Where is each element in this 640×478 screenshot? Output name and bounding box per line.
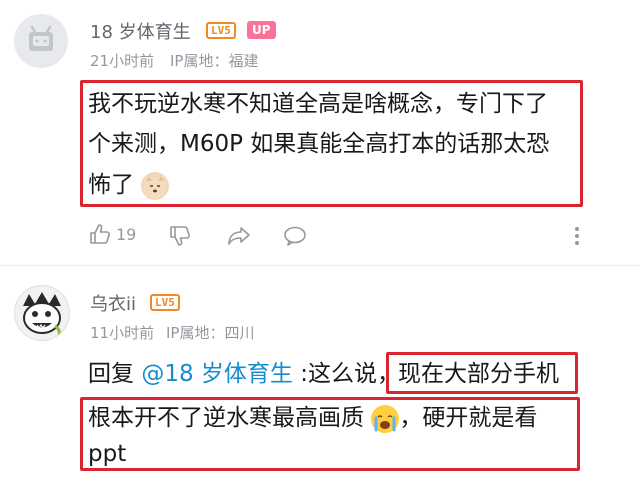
comment-text: ，硬开就是看 (399, 405, 538, 431)
dislike-button[interactable] (168, 224, 192, 252)
dog-emoji-icon (141, 171, 170, 200)
ip-location: IP属地：福建 (170, 52, 259, 70)
comment-text-line: 回复 @18 岁体育生 :这么说， (88, 352, 400, 396)
reply-prefix: 回复 (88, 361, 142, 387)
crying-emoji-icon (371, 404, 400, 433)
username[interactable]: 乌衣ii (90, 290, 136, 316)
comment-text-line: ppt (88, 441, 127, 467)
mention-link[interactable]: @18 岁体育生 (141, 361, 293, 387)
comment-text-line: 我不玩逆水寒不知道全高是啥概念，专门下了 (88, 91, 548, 117)
comment-text-line-last: 怖了 (88, 163, 170, 207)
comment-bubble-icon (284, 226, 306, 246)
avatar-tv-icon[interactable] (14, 14, 68, 68)
thumbs-up-icon (90, 224, 110, 244)
up-badge: UP (247, 21, 276, 39)
comment-text-line: 个来测，M60P 如果真能全高打本的话那太恐 (88, 131, 550, 157)
reply-button[interactable] (282, 224, 308, 252)
username[interactable]: 18 岁体育生 (90, 18, 191, 44)
comment-text-line: 根本开不了逆水寒最高画质 ，硬开就是看 (88, 396, 537, 440)
comment-time: 11小时前 (90, 324, 155, 342)
like-button[interactable]: 19 (88, 222, 136, 246)
ip-location: IP属地：四川 (166, 324, 255, 342)
like-count: 19 (116, 224, 137, 244)
more-vertical-icon (575, 227, 579, 245)
more-options-button[interactable] (573, 224, 581, 252)
comment-divider (0, 265, 640, 266)
share-icon (228, 227, 250, 245)
level-badge: LV5 (150, 294, 180, 311)
level-badge: LV5 (206, 22, 236, 39)
comment-text: 怖了 (88, 172, 134, 198)
reply-text: :这么说， (292, 361, 400, 387)
comment-time: 21小时前 (90, 52, 155, 70)
share-button[interactable] (226, 224, 252, 252)
thumbs-down-icon (170, 226, 190, 246)
comment-text: 根本开不了逆水寒最高画质 (88, 405, 364, 431)
avatar-cartoon-icon[interactable] (14, 285, 70, 341)
reply-highlight-text: 现在大部分手机 (398, 361, 559, 387)
